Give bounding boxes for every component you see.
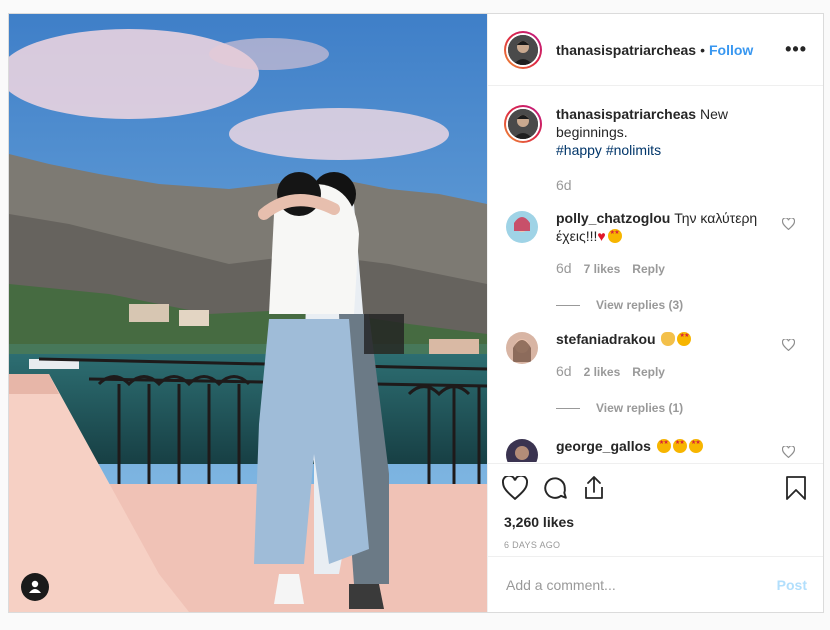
author-username[interactable]: thanasispatriarcheas — [556, 42, 696, 58]
likes-count[interactable]: 3,260 likes — [504, 514, 807, 530]
clapping-hands-icon — [661, 332, 676, 346]
divider-line — [556, 304, 580, 306]
action-bar — [502, 464, 807, 512]
heart-outline-icon — [781, 338, 796, 352]
heart-outline-icon — [781, 445, 796, 459]
follow-button[interactable]: Follow — [709, 42, 753, 58]
commenter-avatar-image — [506, 439, 538, 462]
view-replies-label: View replies (3) — [596, 298, 684, 312]
comment-time: 6d — [556, 260, 572, 276]
caption-avatar[interactable] — [504, 105, 542, 143]
commenter-avatar-image — [506, 211, 538, 243]
comment-item: george_gallos — [504, 437, 807, 462]
star-struck-icon — [677, 332, 692, 346]
star-struck-icon — [688, 439, 703, 453]
comment-likes[interactable]: 2 likes — [584, 363, 621, 381]
more-options-button[interactable]: ••• — [785, 39, 807, 60]
separator-dot: • — [700, 41, 705, 58]
comment-button[interactable] — [542, 475, 568, 501]
commenter-avatar[interactable] — [506, 439, 538, 462]
commenter-avatar[interactable] — [506, 332, 538, 364]
reply-button[interactable]: Reply — [632, 260, 665, 278]
add-comment-bar: Post — [488, 556, 823, 612]
comment-item: stefaniadrakou 6d 2 likes Reply — [504, 330, 807, 381]
commenter-avatar-image — [506, 332, 538, 364]
like-comment-button[interactable] — [781, 445, 796, 462]
hashtag-happy[interactable]: #happy — [556, 142, 602, 158]
photo-illustration — [9, 14, 487, 612]
reply-button[interactable]: Reply — [632, 363, 665, 381]
comment-username[interactable]: stefaniadrakou — [556, 331, 656, 347]
post-side-panel: thanasispatriarcheas • Follow ••• thanas… — [487, 14, 823, 612]
caption-username[interactable]: thanasispatriarcheas — [556, 106, 696, 122]
post-comment-button[interactable]: Post — [777, 577, 807, 593]
view-replies-label: View replies (1) — [596, 401, 684, 415]
like-comment-button[interactable] — [781, 217, 796, 235]
star-struck-icon — [607, 229, 622, 243]
view-replies-button[interactable]: View replies (1) — [556, 401, 807, 415]
hashtag-nolimits[interactable]: #nolimits — [606, 142, 661, 158]
add-comment-input[interactable] — [504, 575, 777, 594]
author-avatar-image — [508, 34, 538, 65]
comments-list[interactable]: thanasispatriarcheas New beginnings. #ha… — [488, 87, 823, 462]
red-heart-icon: ♥ — [597, 228, 606, 244]
post-caption: thanasispatriarcheas New beginnings. #ha… — [504, 105, 807, 159]
comment-username[interactable]: george_gallos — [556, 438, 651, 454]
heart-outline-icon — [781, 217, 796, 231]
heart-icon — [502, 476, 528, 500]
post-photo[interactable] — [9, 14, 487, 612]
person-icon — [29, 580, 41, 593]
comment-bubble-icon — [544, 477, 567, 499]
bookmark-icon — [786, 476, 806, 500]
post-time-ago: 6 DAYS AGO — [504, 540, 561, 550]
caption-text: thanasispatriarcheas New beginnings. #ha… — [556, 105, 796, 159]
post-actions-area: 3,260 likes 6 DAYS AGO — [488, 463, 823, 550]
caption-time: 6d — [556, 177, 572, 193]
share-button[interactable] — [582, 475, 606, 501]
like-button[interactable] — [502, 476, 528, 500]
comment-item: polly_chatzoglou Την καλύτερη έχεις!!!♥ … — [504, 209, 807, 278]
star-struck-icon — [672, 439, 687, 453]
comment-username[interactable]: polly_chatzoglou — [556, 210, 670, 226]
star-struck-icon — [656, 439, 671, 453]
comment-meta: 6d 2 likes Reply — [556, 362, 772, 381]
comment-likes[interactable]: 7 likes — [584, 260, 621, 278]
author-avatar[interactable] — [504, 30, 542, 69]
post-header: thanasispatriarcheas • Follow ••• — [488, 14, 823, 86]
comment-time: 6d — [556, 363, 572, 379]
commenter-avatar[interactable] — [506, 211, 538, 243]
caption-avatar-image — [508, 109, 538, 139]
post-card: thanasispatriarcheas • Follow ••• thanas… — [8, 13, 824, 613]
like-comment-button[interactable] — [781, 338, 796, 356]
divider-line — [556, 407, 580, 409]
save-button[interactable] — [785, 475, 807, 501]
comment-meta: 6d 7 likes Reply — [556, 259, 772, 278]
user-tag-button[interactable] — [21, 573, 49, 601]
view-replies-button[interactable]: View replies (3) — [556, 298, 807, 312]
share-icon — [585, 476, 603, 499]
